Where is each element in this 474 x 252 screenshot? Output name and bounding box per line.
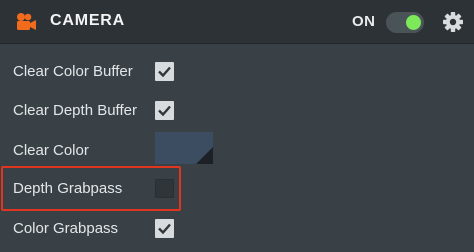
checkmark-icon: [158, 66, 171, 78]
clear-depth-buffer-label: Clear Depth Buffer: [13, 102, 137, 119]
checkmark-icon: [158, 105, 171, 117]
row-color-grabpass: Color Grabpass: [0, 210, 474, 250]
panel-title: CAMERA: [50, 12, 126, 29]
highlight-box: [1, 166, 181, 211]
clear-color-buffer-label: Clear Color Buffer: [13, 63, 133, 80]
clear-color-swatch[interactable]: [155, 132, 213, 164]
toggle-knob: [406, 15, 421, 30]
clear-color-buffer-checkbox[interactable]: [155, 62, 174, 81]
toggle-label: ON: [352, 13, 376, 30]
clear-color-label: Clear Color: [13, 142, 89, 159]
row-clear-color-buffer: Clear Color Buffer: [0, 53, 474, 93]
camera-icon: [17, 13, 36, 30]
color-grabpass-checkbox[interactable]: [155, 219, 174, 238]
enable-toggle[interactable]: [386, 12, 424, 33]
swatch-corner: [196, 147, 213, 164]
clear-depth-buffer-checkbox[interactable]: [155, 101, 174, 120]
panel-header: CAMERA ON: [0, 0, 474, 44]
color-grabpass-label: Color Grabpass: [13, 220, 119, 237]
checkmark-icon: [158, 223, 171, 235]
row-clear-depth-buffer: Clear Depth Buffer: [0, 92, 474, 132]
gear-icon[interactable]: [442, 11, 464, 33]
